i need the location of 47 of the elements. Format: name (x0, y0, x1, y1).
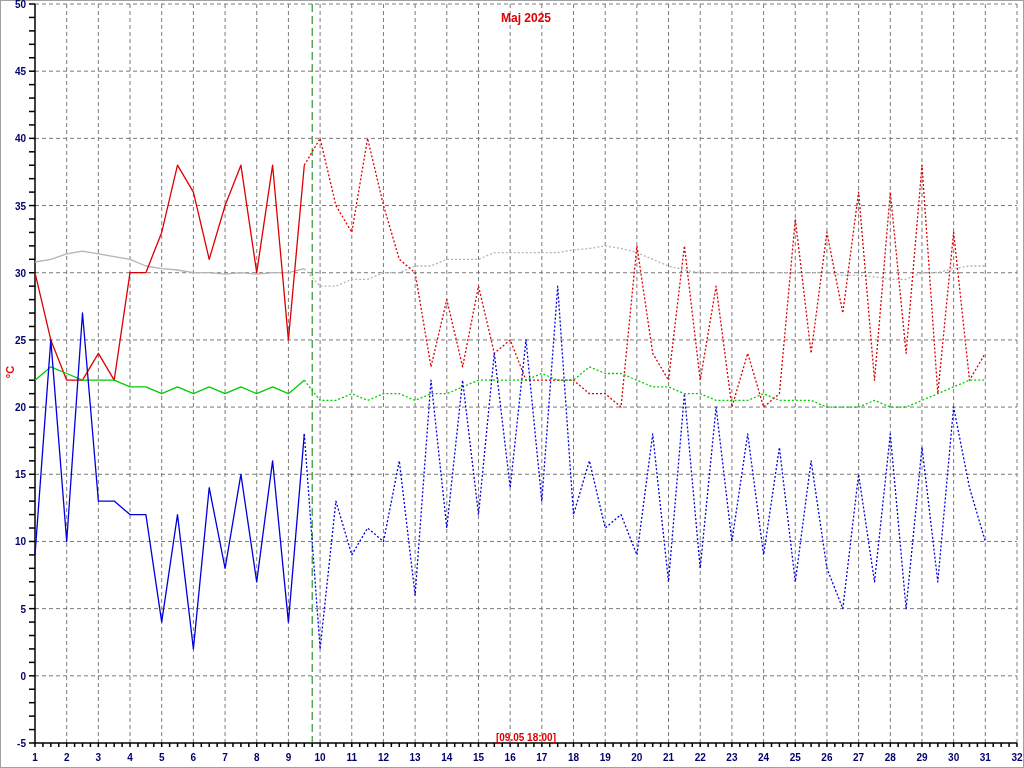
tick-label: 29 (916, 752, 928, 763)
tick-label: 8 (253, 752, 260, 763)
tick-label: 5 (158, 752, 165, 763)
tick-label: -5 (17, 738, 26, 749)
tick-label: 0 (20, 670, 26, 682)
tick-label: 21 (663, 752, 675, 763)
tick-label: 24 (758, 752, 770, 763)
tick-label: 18 (567, 752, 580, 763)
tick-label: 26 (821, 752, 833, 763)
tick-label: 12 (377, 752, 389, 763)
tick-label: 7 (222, 752, 228, 763)
tick-label: 9 (285, 752, 292, 763)
tick-label: 31 (979, 752, 991, 763)
tick-label: 10 (314, 752, 326, 763)
tick-label: 1 (32, 752, 38, 763)
tick-label: 17 (536, 752, 548, 763)
tick-label: 35 (14, 200, 26, 212)
tick-label: 27 (853, 752, 865, 763)
tick-label: 15 (472, 752, 485, 763)
tick-label: 5 (20, 603, 26, 615)
tick-label: 30 (948, 752, 960, 763)
tick-label: 2 (63, 752, 70, 763)
tick-label: 6 (190, 752, 197, 763)
tick-label: 45 (14, 66, 26, 78)
tick-label: 23 (726, 752, 738, 763)
tick-label: 25 (14, 334, 26, 346)
tick-label: 3 (95, 752, 102, 763)
tick-label: 30 (14, 267, 26, 279)
tick-label: 11 (346, 752, 358, 763)
axis-label: °C (4, 365, 16, 379)
tick-label: 19 (599, 752, 611, 763)
tick-label: 15 (14, 469, 26, 481)
tick-label: 25 (789, 752, 801, 763)
tick-label: 28 (884, 752, 896, 763)
tick-label: 40 (14, 133, 26, 145)
tick-label: 4 (127, 752, 133, 763)
tick-label: 14 (441, 752, 453, 763)
tick-label: 20 (14, 402, 26, 414)
tick-label: 22 (694, 752, 706, 763)
tick-label: 50 (14, 0, 26, 10)
chart-title: Maj 2025 (501, 11, 551, 25)
tick-label: 16 (504, 752, 516, 763)
tick-label: 13 (409, 752, 421, 763)
timestamp-label: [09.05 18:00] (496, 732, 556, 743)
tick-label: 32 (1011, 752, 1023, 763)
tick-label: 20 (631, 752, 643, 763)
tick-label: 10 (14, 536, 26, 548)
